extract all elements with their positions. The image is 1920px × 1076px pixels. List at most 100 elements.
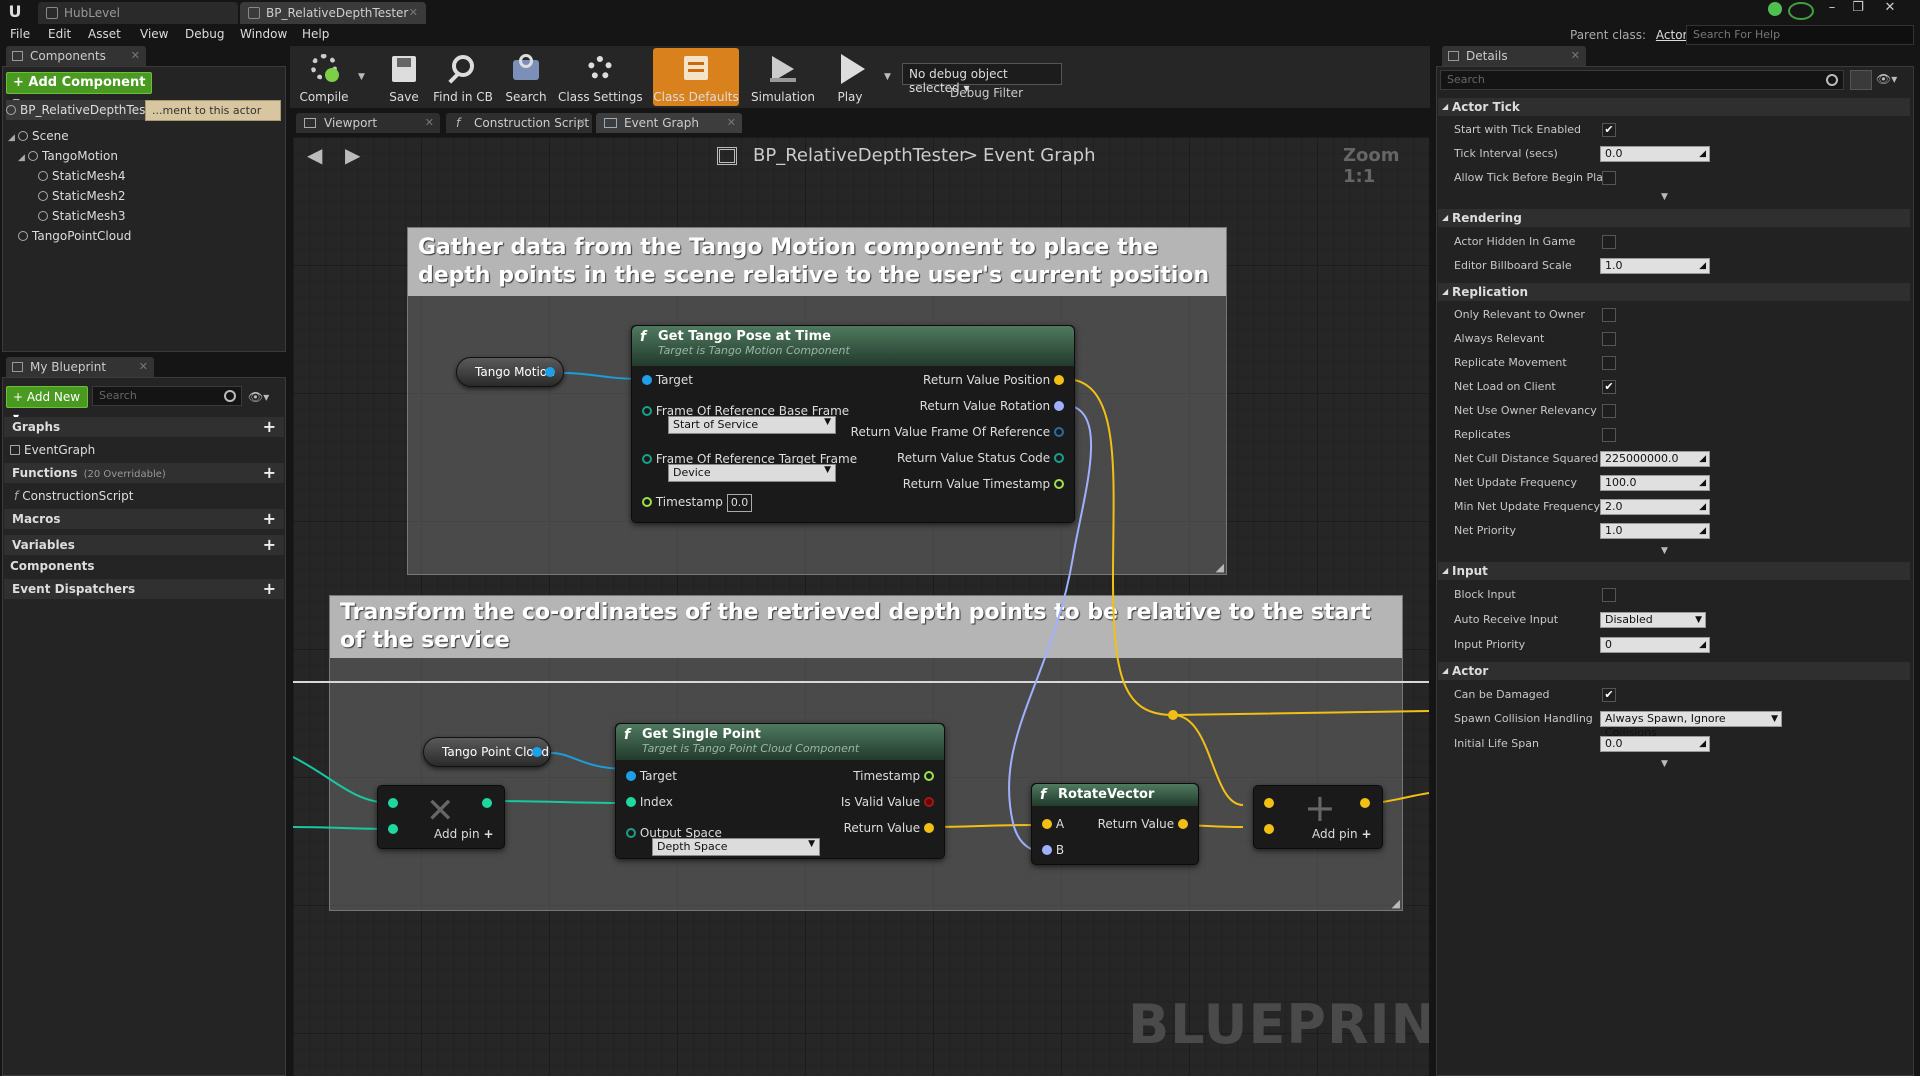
menu-help[interactable]: Help: [302, 27, 329, 41]
checkbox-net-load[interactable]: ✔: [1602, 380, 1616, 394]
add-component-button[interactable]: + Add Component ▾: [6, 72, 152, 110]
tree-item-staticmesh3[interactable]: StaticMesh3: [38, 208, 126, 224]
pin-return-timestamp[interactable]: Return Value Timestamp: [903, 476, 1064, 492]
node-header[interactable]: f Get Single Point Target is Tango Point…: [616, 724, 944, 760]
pin-target-frame[interactable]: Frame Of Reference Target Frame: [642, 446, 857, 466]
compile-options-icon[interactable]: ▼: [358, 72, 365, 82]
checkbox-rep-movement[interactable]: [1602, 356, 1616, 370]
pin-return-position[interactable]: Return Value Position: [923, 372, 1064, 388]
section-input[interactable]: ◢ Input: [1438, 562, 1910, 580]
event-graph-item[interactable]: EventGraph: [10, 442, 95, 458]
menu-window[interactable]: Window: [240, 27, 287, 41]
menu-edit[interactable]: Edit: [48, 27, 71, 41]
tango-point-cloud-variable[interactable]: Tango Point Cloud: [423, 737, 551, 767]
menu-asset[interactable]: Asset: [88, 27, 121, 41]
category-graphs[interactable]: Graphs +: [4, 417, 284, 437]
simulation-button[interactable]: Simulation: [748, 48, 818, 106]
checkbox-hidden[interactable]: [1602, 235, 1616, 249]
restore-icon[interactable]: ❐: [1846, 0, 1870, 18]
add-function-icon[interactable]: +: [263, 463, 276, 483]
pin-target[interactable]: Target: [626, 768, 677, 784]
input-update-freq[interactable]: 100.0 ◢: [1600, 475, 1710, 491]
notification-icon[interactable]: [1788, 2, 1814, 20]
close-icon[interactable]: ✕: [1571, 46, 1580, 66]
add-pin-button[interactable]: Add pin +: [434, 826, 494, 842]
play-button[interactable]: Play: [820, 48, 880, 106]
pin-timestamp[interactable]: Timestamp 0.0: [642, 494, 753, 512]
add-pin-button[interactable]: Add pin +: [1312, 826, 1372, 842]
tab-components[interactable]: Components ✕: [6, 46, 146, 66]
pin-target[interactable]: Target: [642, 372, 693, 388]
pin-input-b[interactable]: [1264, 824, 1274, 834]
pin-return[interactable]: Return Value: [1098, 816, 1188, 832]
pin-return-frame[interactable]: Return Value Frame Of Reference: [851, 424, 1064, 440]
pin-input-a[interactable]: [388, 798, 398, 808]
reroute-node[interactable]: [1168, 710, 1178, 720]
checkbox-only-relevant[interactable]: [1602, 308, 1616, 322]
pin-out-return[interactable]: Return Value: [844, 820, 934, 836]
input-cull[interactable]: 225000000.0 ◢: [1600, 451, 1710, 467]
tree-item-scene[interactable]: ◢ Scene: [8, 128, 69, 144]
close-icon[interactable]: ✕: [139, 357, 148, 377]
pin-out-valid[interactable]: Is Valid Value: [841, 794, 934, 810]
pin-output-space[interactable]: Output Space: [626, 820, 722, 840]
target-frame-select[interactable]: Device ▼: [668, 464, 836, 482]
tab-details[interactable]: Details ✕: [1442, 46, 1586, 66]
input-input-priority[interactable]: 0 ◢: [1600, 637, 1710, 653]
category-variables[interactable]: Variables +: [4, 535, 284, 555]
class-defaults-button[interactable]: Class Defaults: [653, 48, 739, 106]
close-icon[interactable]: ✕: [727, 113, 736, 133]
input-priority[interactable]: 1.0 ◢: [1600, 523, 1710, 539]
pin-output[interactable]: [545, 367, 555, 377]
event-graph-canvas[interactable]: ◀ ▶ BP_RelativeDepthTester > Event Graph…: [293, 137, 1429, 1076]
pin-return-rotation[interactable]: Return Value Rotation: [920, 398, 1064, 414]
debug-object-select[interactable]: No debug object selected ▾: [902, 63, 1062, 95]
play-options-icon[interactable]: ▼: [884, 72, 891, 82]
close-icon[interactable]: ✕: [409, 2, 418, 24]
timestamp-input[interactable]: 0.0: [726, 494, 753, 512]
visibility-icon[interactable]: 👁▾: [1876, 72, 1897, 86]
close-icon[interactable]: ✕: [577, 113, 586, 133]
pin-input-b[interactable]: [388, 824, 398, 834]
pin-input-a[interactable]: [1264, 798, 1274, 808]
category-macros[interactable]: Macros +: [4, 509, 284, 529]
pin-return-status[interactable]: Return Value Status Code: [897, 450, 1064, 466]
add-new-button[interactable]: + Add New ▾: [6, 386, 88, 424]
tab-event-graph[interactable]: Event Graph ✕: [596, 113, 742, 133]
tree-item-tangomotion[interactable]: ◢ TangoMotion: [18, 148, 118, 164]
input-min-update[interactable]: 2.0 ◢: [1600, 499, 1710, 515]
input-life-span[interactable]: 0.0 ◢: [1600, 736, 1710, 752]
window-close-icon[interactable]: ✕: [1878, 0, 1902, 18]
category-components[interactable]: Components: [10, 558, 95, 574]
category-event-dispatchers[interactable]: Event Dispatchers +: [4, 579, 284, 599]
pin-index[interactable]: Index: [626, 794, 673, 810]
menu-view[interactable]: View: [140, 27, 168, 41]
category-functions[interactable]: Functions (20 Overridable) +: [4, 463, 284, 483]
tab-construction-script[interactable]: f Construction Script ✕: [446, 113, 592, 133]
pin-out-timestamp[interactable]: Timestamp: [853, 768, 934, 784]
tango-motion-variable[interactable]: Tango Motion: [456, 357, 564, 387]
tab-viewport[interactable]: Viewport ✕: [296, 113, 440, 133]
help-search-input[interactable]: Search For Help: [1686, 25, 1914, 45]
node-multiply-int[interactable]: ✕ Add pin +: [377, 785, 505, 849]
pin-output[interactable]: [482, 798, 492, 808]
output-space-select[interactable]: Depth Space ▼: [652, 838, 820, 856]
save-button[interactable]: Save: [378, 48, 430, 106]
checkbox-replicates[interactable]: [1602, 428, 1616, 442]
close-icon[interactable]: ✕: [131, 46, 140, 66]
search-button[interactable]: Search: [498, 48, 554, 106]
find-in-cb-button[interactable]: Find in CB: [432, 48, 494, 106]
node-add-vector[interactable]: + Add pin +: [1253, 785, 1383, 849]
input-tick-interval[interactable]: 0.0 ◢: [1600, 146, 1710, 162]
section-actor-tick[interactable]: ◢ Actor Tick: [1438, 98, 1910, 116]
blueprint-search-input[interactable]: Search: [92, 386, 242, 406]
base-frame-select[interactable]: Start of Service ▼: [668, 416, 836, 434]
add-variable-icon[interactable]: +: [263, 535, 276, 555]
visibility-icon[interactable]: 👁▾: [248, 390, 269, 404]
node-header[interactable]: f RotateVector: [1032, 784, 1198, 806]
expand-advanced-icon[interactable]: ▼: [1661, 546, 1668, 556]
construction-script-item[interactable]: f ConstructionScript: [14, 488, 133, 504]
checkbox-start-tick[interactable]: ✔: [1602, 123, 1616, 137]
pin-a[interactable]: A: [1042, 816, 1064, 832]
expand-advanced-icon[interactable]: ▼: [1661, 759, 1668, 769]
